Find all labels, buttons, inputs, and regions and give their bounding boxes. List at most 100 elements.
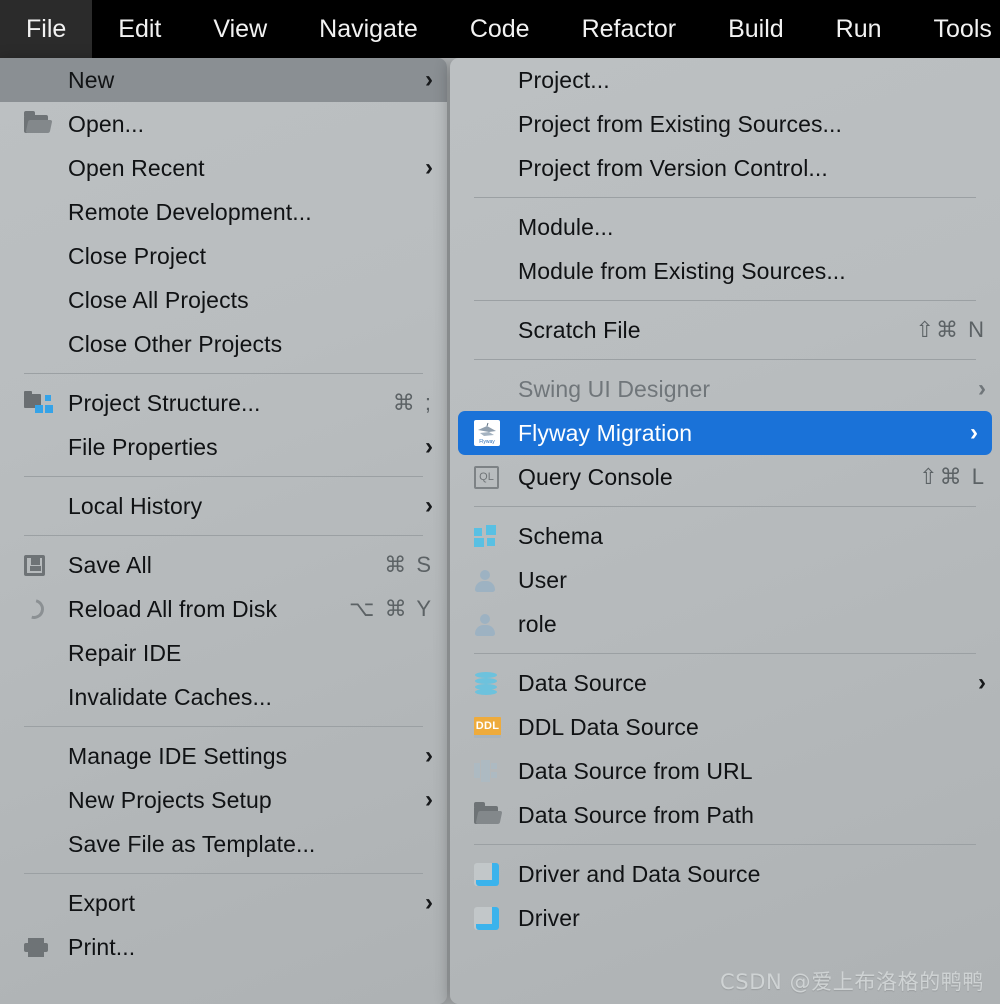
print-icon [24,935,52,959]
menu-item-module-from-existing-sources[interactable]: Module from Existing Sources... [450,249,1000,293]
menu-item-save-file-as-template[interactable]: Save File as Template... [0,822,447,866]
menubar-item-tools[interactable]: Tools [908,0,1000,58]
folder-icon [474,802,502,827]
menu-item-label: Scratch File [518,317,641,343]
menu-item-project-from-existing-sources[interactable]: Project from Existing Sources... [450,102,1000,146]
menu-item-label: New [68,67,115,93]
menu-item-reload-all-from-disk[interactable]: Reload All from Disk ⌥ ⌘ Y [0,587,447,631]
menu-item-invalidate-caches[interactable]: Invalidate Caches... [0,675,447,719]
menubar-item-view[interactable]: View [187,0,293,58]
icon-placeholder [24,435,52,459]
menu-item-local-history[interactable]: Local History › [0,484,447,528]
menu-separator [474,359,976,360]
menu-item-swing-ui-designer: Swing UI Designer › [450,367,1000,411]
menu-item-manage-ide-settings[interactable]: Manage IDE Settings › [0,734,447,778]
menu-item-user[interactable]: User [450,558,1000,602]
menubar-item-build[interactable]: Build [702,0,810,58]
menu-item-export[interactable]: Export › [0,881,447,925]
icon-placeholder [24,156,52,180]
icon-placeholder [474,156,502,180]
menubar-item-code[interactable]: Code [444,0,556,58]
chevron-right-icon: › [425,786,433,813]
menu-item-label: Project Structure... [68,390,261,416]
menu-item-shortcut: ⇧⌘ L [919,464,986,489]
menu-separator [474,844,976,845]
menu-item-label: Close All Projects [68,287,249,313]
menu-item-project-from-version-control[interactable]: Project from Version Control... [450,146,1000,190]
driver-icon [474,906,502,930]
menu-item-data-source[interactable]: Data Source › [450,661,1000,705]
menu-item-query-console[interactable]: QL Query Console ⇧⌘ L [450,455,1000,499]
chevron-right-icon: › [425,742,433,769]
menu-item-label: File Properties [68,434,218,460]
menu-item-scratch-file[interactable]: Scratch File ⇧⌘ N [450,308,1000,352]
menu-separator [24,476,423,477]
menu-item-new-projects-setup[interactable]: New Projects Setup › [0,778,447,822]
menu-item-label: DDL Data Source [518,714,699,740]
menu-separator [474,506,976,507]
menu-item-label: Swing UI Designer [518,376,711,402]
menu-item-close-project[interactable]: Close Project [0,234,447,278]
menu-item-label: Export [68,890,136,916]
menubar-item-navigate[interactable]: Navigate [293,0,444,58]
menu-item-label: Module... [518,214,614,240]
new-submenu-list: Project... Project from Existing Sources.… [450,58,1000,940]
chevron-right-icon: › [970,419,978,446]
menu-item-role[interactable]: role [450,602,1000,646]
screen: File Edit View Navigate Code Refactor Build Run… [0,0,1000,1004]
menubar-item-file[interactable]: File [0,0,93,58]
role-icon [474,612,502,636]
menu-item-open[interactable]: Open... [0,102,447,146]
menu-item-label: Driver [518,905,580,931]
menu-item-label: Flyway Migration [518,420,693,446]
query-console-icon: QL [474,465,502,489]
icon-placeholder [24,641,52,665]
menu-item-label: Repair IDE [68,640,182,666]
menu-item-file-properties[interactable]: File Properties › [0,425,447,469]
menu-item-shortcut: ⇧⌘ N [915,317,986,342]
menu-item-label: Open Recent [68,155,205,181]
menubar-item-refactor[interactable]: Refactor [556,0,702,58]
menu-item-label: Close Project [68,243,207,269]
menu-item-flyway-migration[interactable]: Flyway Flyway Migration › [458,411,992,455]
menu-item-ddl-data-source[interactable]: DDL DDL Data Source [450,705,1000,749]
menu-item-label: User [518,567,567,593]
menu-item-project-structure[interactable]: Project Structure... ⌘ ; [0,381,447,425]
menu-item-driver[interactable]: Driver [450,896,1000,940]
menu-item-close-other-projects[interactable]: Close Other Projects [0,322,447,366]
menu-item-label: Close Other Projects [68,331,283,357]
menu-item-module[interactable]: Module... [450,205,1000,249]
save-icon [24,553,52,577]
menu-item-new[interactable]: New › [0,58,447,102]
menu-item-schema[interactable]: Schema [450,514,1000,558]
menu-item-print[interactable]: Print... [0,925,447,969]
menu-separator [474,653,976,654]
menu-item-project[interactable]: Project... [450,58,1000,102]
menu-item-open-recent[interactable]: Open Recent › [0,146,447,190]
menu-item-remote-development[interactable]: Remote Development... [0,190,447,234]
icon-placeholder [24,288,52,312]
menu-item-data-source-from-path[interactable]: Data Source from Path [450,793,1000,837]
menu-item-driver-and-data-source[interactable]: Driver and Data Source [450,852,1000,896]
menu-item-label: Project... [518,67,610,93]
menu-item-shortcut: ⌘ ; [392,390,433,415]
menubar-item-edit[interactable]: Edit [92,0,187,58]
menubar-item-run[interactable]: Run [810,0,908,58]
icon-placeholder [24,494,52,518]
menu-separator [24,373,423,374]
chevron-right-icon: › [978,669,986,696]
icon-placeholder [24,200,52,224]
file-menu-list: New › Open... Open Recent › Remote Developmen… [0,58,447,969]
reload-icon [20,595,52,623]
menu-item-repair-ide[interactable]: Repair IDE [0,631,447,675]
folder-icon [24,111,52,136]
main-menu-bar: File Edit View Navigate Code Refactor Build Run… [0,0,1000,58]
menu-item-label: Project from Existing Sources... [518,111,843,137]
menu-item-save-all[interactable]: Save All ⌘ S [0,543,447,587]
menu-item-label: Print... [68,934,136,960]
menu-item-data-source-from-url[interactable]: Data Source from URL [450,749,1000,793]
menu-item-close-all-projects[interactable]: Close All Projects [0,278,447,322]
menu-item-label: Query Console [518,464,673,490]
icon-placeholder [474,318,502,342]
menu-item-label: Driver and Data Source [518,861,761,887]
